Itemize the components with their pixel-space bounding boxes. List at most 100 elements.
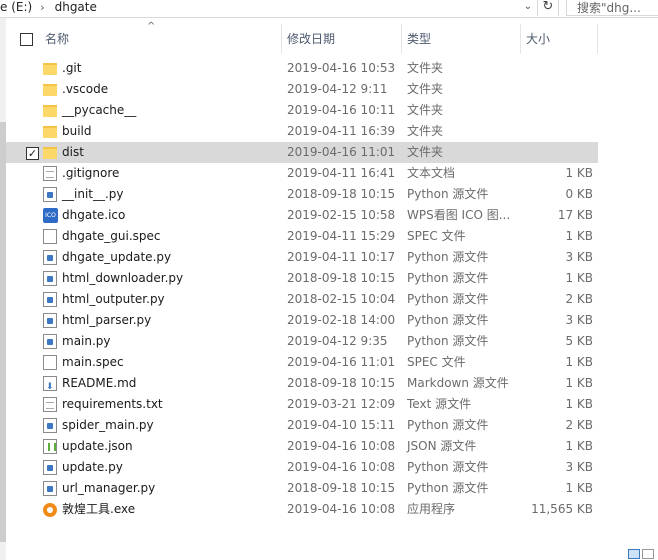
file-name: spider_main.py xyxy=(62,418,154,432)
file-type: Python 源文件 xyxy=(407,481,489,495)
file-date-modified: 2019-04-16 11:01 xyxy=(287,355,396,369)
file-name: main.py xyxy=(62,334,111,348)
column-name[interactable]: 名称 xyxy=(45,24,69,54)
file-size: 2 KB xyxy=(565,418,593,432)
file-name: update.py xyxy=(62,460,123,474)
python-file-icon xyxy=(43,187,57,202)
file-size: 3 KB xyxy=(565,250,593,264)
file-row[interactable]: update.json 2019-04-16 10:08 JSON 源文件 1 KB xyxy=(6,436,598,457)
file-row[interactable]: 敦煌工具.exe 2019-04-16 10:08 应用程序 11,565 KB xyxy=(6,499,598,520)
file-type: 文件夹 xyxy=(407,145,444,159)
file-type: SPEC 文件 xyxy=(407,355,466,369)
file-size: 5 KB xyxy=(565,334,593,348)
file-type: 文件夹 xyxy=(407,61,444,75)
file-name: html_outputer.py xyxy=(62,292,165,306)
folder-icon xyxy=(43,126,57,138)
file-row[interactable]: .git 2019-04-16 10:53 文件夹 xyxy=(6,58,598,79)
json-file-icon xyxy=(43,439,57,454)
file-type: SPEC 文件 xyxy=(407,229,466,243)
file-row[interactable]: main.py 2019-04-12 9:35 Python 源文件 5 KB xyxy=(6,331,598,352)
file-name: main.spec xyxy=(62,355,124,369)
file-row[interactable]: dhgate_update.py 2019-04-11 10:17 Python 源… xyxy=(6,247,598,268)
file-date-modified: 2019-04-11 15:29 xyxy=(287,229,396,243)
file-size: 11,565 KB xyxy=(531,502,593,516)
python-file-icon xyxy=(43,313,57,328)
file-name: __init__.py xyxy=(62,187,124,201)
file-type: 文件夹 xyxy=(407,103,444,117)
python-file-icon xyxy=(43,271,57,286)
column-size[interactable]: 大小 xyxy=(526,24,550,54)
file-row[interactable]: url_manager.py 2018-09-18 10:15 Python 源文件… xyxy=(6,478,598,499)
column-divider[interactable] xyxy=(281,24,282,54)
refresh-icon[interactable]: ↻ xyxy=(537,0,559,16)
file-type: Python 源文件 xyxy=(407,334,489,348)
file-date-modified: 2018-09-18 10:15 xyxy=(287,481,396,495)
folder-icon xyxy=(43,105,57,117)
column-divider[interactable] xyxy=(597,24,598,54)
file-row[interactable]: __pycache__ 2019-04-16 10:11 文件夹 xyxy=(6,100,598,121)
file-name: README.md xyxy=(62,376,137,390)
breadcrumb-folder[interactable]: dhgate xyxy=(55,0,97,14)
file-row[interactable]: ✓ dist 2019-04-16 11:01 文件夹 xyxy=(6,142,598,163)
file-row[interactable]: spider_main.py 2019-04-10 15:11 Python 源文件… xyxy=(6,415,598,436)
breadcrumb-chevron-icon[interactable]: › xyxy=(40,1,44,15)
file-name: html_parser.py xyxy=(62,313,152,327)
file-row[interactable]: build 2019-04-11 16:39 文件夹 xyxy=(6,121,598,142)
address-bar[interactable]: e (E:) › dhgate ⌄ ↻ 搜索"dhg... xyxy=(0,0,658,18)
file-row[interactable]: update.py 2019-04-16 10:08 Python 源文件 3 KB xyxy=(6,457,598,478)
blank-file-icon xyxy=(43,355,57,370)
blank-file-icon xyxy=(43,229,57,244)
file-row[interactable]: main.spec 2019-04-16 11:01 SPEC 文件 1 KB xyxy=(6,352,598,373)
file-name: dhgate_gui.spec xyxy=(62,229,161,243)
file-type: Markdown 源文件 xyxy=(407,376,509,390)
file-row[interactable]: README.md 2018-09-18 10:15 Markdown 源文件 1 K… xyxy=(6,373,598,398)
file-type: Python 源文件 xyxy=(407,313,489,327)
file-date-modified: 2019-04-16 10:53 xyxy=(287,61,396,75)
column-divider[interactable] xyxy=(401,24,402,54)
address-dropdown-chevron-icon[interactable]: ⌄ xyxy=(520,0,536,16)
file-size: 1 KB xyxy=(565,376,593,390)
file-size: 1 KB xyxy=(565,166,593,180)
file-type: Python 源文件 xyxy=(407,460,489,474)
row-checkbox[interactable]: ✓ xyxy=(26,147,39,160)
breadcrumb-drive[interactable]: e (E:) xyxy=(0,0,32,14)
python-file-icon xyxy=(43,292,57,307)
file-row[interactable]: __init__.py 2018-09-18 10:15 Python 源文件 0 K… xyxy=(6,184,598,205)
column-divider[interactable] xyxy=(520,24,521,54)
column-date[interactable]: 修改日期 xyxy=(287,24,335,54)
file-type: JSON 源文件 xyxy=(407,439,477,453)
file-row[interactable]: requirements.txt 2019-03-21 12:09 Text 源文件… xyxy=(6,394,598,415)
file-row[interactable]: dhgate_gui.spec 2019-04-11 15:29 SPEC 文件 1 … xyxy=(6,226,598,247)
file-list: .git 2019-04-16 10:53 文件夹 .vscode 2019-04-12… xyxy=(6,58,598,520)
file-size: 1 KB xyxy=(565,481,593,495)
view-toggle xyxy=(628,549,656,560)
python-file-icon xyxy=(43,418,57,433)
file-date-modified: 2019-04-10 15:11 xyxy=(287,418,396,432)
file-size: 17 KB xyxy=(557,208,593,222)
search-input[interactable]: 搜索"dhg... xyxy=(566,0,658,16)
file-type: 文件夹 xyxy=(407,124,444,138)
large-icons-view-icon[interactable] xyxy=(642,549,654,559)
folder-icon xyxy=(43,147,57,159)
markdown-file-icon xyxy=(43,376,57,398)
breadcrumb[interactable]: e (E:) › dhgate xyxy=(0,0,97,16)
details-view-icon[interactable] xyxy=(628,549,640,559)
file-name: build xyxy=(62,124,92,138)
file-name: dist xyxy=(62,145,84,159)
file-date-modified: 2018-02-15 10:04 xyxy=(287,292,396,306)
file-type: Python 源文件 xyxy=(407,271,489,285)
file-row[interactable]: html_parser.py 2019-02-18 14:00 Python 源文件… xyxy=(6,310,598,331)
file-row[interactable]: .gitignore 2019-04-11 16:41 文本文档 1 KB xyxy=(6,163,598,184)
file-row[interactable]: html_downloader.py 2018-09-18 10:15 Python… xyxy=(6,268,598,289)
file-row[interactable]: .vscode 2019-04-12 9:11 文件夹 xyxy=(6,79,598,100)
file-row[interactable]: html_outputer.py 2018-02-15 10:04 Python 源… xyxy=(6,289,598,310)
select-all-checkbox[interactable] xyxy=(20,33,33,46)
file-size: 1 KB xyxy=(565,397,593,411)
file-date-modified: 2019-04-16 10:11 xyxy=(287,103,396,117)
file-type: Python 源文件 xyxy=(407,187,489,201)
file-type: Python 源文件 xyxy=(407,250,489,264)
file-row[interactable]: ICO dhgate.ico 2019-02-15 10:58 WPS看图 ICO 图… xyxy=(6,205,598,226)
column-type[interactable]: 类型 xyxy=(407,24,431,54)
file-name: dhgate.ico xyxy=(62,208,126,222)
text-file-icon xyxy=(43,166,57,181)
